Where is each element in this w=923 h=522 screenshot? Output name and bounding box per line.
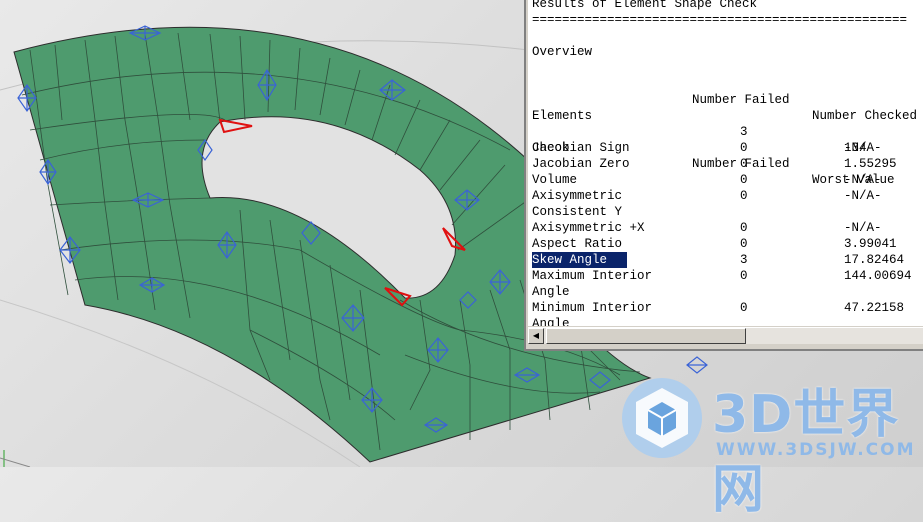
check-label: Jacobian Zero (532, 157, 630, 171)
check-row[interactable]: Jacobian Zero 0 1.55295 (532, 156, 923, 172)
watermark-url: WWW.3DSJW.COM (716, 440, 916, 460)
check-label: Minimum Interior (532, 301, 653, 315)
checks-header-row: Check Number Failed Worst Value (532, 124, 923, 187)
cube-logo-icon (622, 378, 702, 458)
check-worst-value: -N/A- (844, 173, 882, 187)
check-failed-count: 3 (740, 253, 748, 267)
check-row[interactable]: Jacobian Sign 0 -N/A- (532, 140, 923, 156)
check-worst-value: 144.00694 (844, 269, 912, 283)
check-worst-value: 47.22158 (844, 301, 905, 315)
check-failed-count: 0 (740, 269, 748, 283)
check-worst-value: 1.55295 (844, 157, 897, 171)
check-row[interactable]: Maximum Interior 0 144.00694 (532, 268, 923, 284)
check-worst-value: -N/A- (844, 221, 882, 235)
check-row[interactable]: Aspect Ratio 0 3.99041 (532, 236, 923, 252)
check-label: Jacobian Sign (532, 141, 630, 155)
check-row[interactable]: Axisymmetric +X 0 -N/A- (532, 220, 923, 236)
check-label: Skew Angle (532, 252, 628, 268)
information-window: Results of Element Shape Check =========… (524, 0, 923, 351)
axis-triad (0, 450, 31, 467)
check-row[interactable]: Minimum Interior 0 47.22158 (532, 300, 923, 316)
check-label: Axisymmetric (532, 189, 623, 203)
scrollbar-thumb[interactable] (546, 328, 746, 344)
check-failed-count: 0 (740, 189, 748, 203)
check-row[interactable]: Angle (532, 284, 923, 300)
scroll-left-button[interactable]: ◀ (528, 328, 544, 344)
overview-header-row: Number Failed Number Checked (532, 76, 923, 123)
separator-line: ========================================… (532, 13, 908, 27)
check-row[interactable]: Angle (532, 316, 923, 326)
check-failed-count: 0 (740, 173, 748, 187)
window-title: Results of Element Shape Check (532, 0, 758, 11)
check-label: Angle (532, 317, 570, 326)
check-failed-count: 0 (740, 301, 748, 315)
check-worst-value: 3.99041 (844, 237, 897, 251)
check-failed-count: 0 (740, 237, 748, 251)
watermark-logo: 3D世界网 WWW.3DSJW.COM (618, 372, 918, 520)
check-label: Volume (532, 173, 578, 187)
check-label: Aspect Ratio (532, 237, 623, 251)
check-failed-count: 0 (740, 221, 748, 235)
check-label: Axisymmetric +X (532, 221, 645, 235)
checks-table: Jacobian Sign 0 -N/A- Jacobian Zero 0 1.55295… (532, 140, 923, 326)
check-row[interactable]: Axisymmetric 0 -N/A- (532, 188, 923, 204)
check-label: Angle (532, 285, 570, 299)
horizontal-scrollbar[interactable]: ◀ (528, 327, 923, 344)
overview-heading: Overview (532, 45, 593, 59)
overview-elements-row: Elements 3 134 (532, 92, 923, 155)
check-worst-value: 17.82464 (844, 253, 905, 267)
check-row[interactable]: Consistent Y (532, 204, 923, 220)
check-label: Consistent Y (532, 205, 623, 219)
check-row[interactable]: Skew Angle 3 17.82464 (532, 252, 923, 268)
results-text-area[interactable]: Results of Element Shape Check =========… (528, 0, 923, 326)
check-label: Maximum Interior (532, 269, 653, 283)
check-failed-count: 0 (740, 141, 748, 155)
check-failed-count: 0 (740, 157, 748, 171)
check-row[interactable]: Volume 0 -N/A- (532, 172, 923, 188)
check-worst-value: -N/A- (844, 141, 882, 155)
check-worst-value: -N/A- (844, 189, 882, 203)
